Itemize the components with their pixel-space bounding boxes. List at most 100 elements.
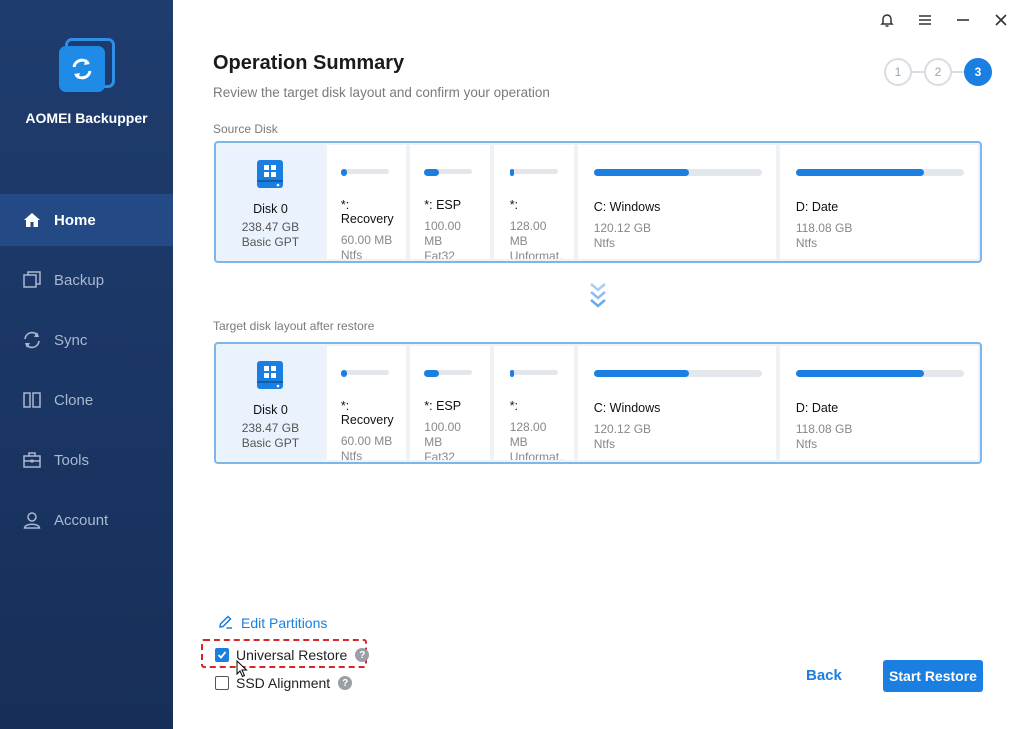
partition-name: *: Recovery xyxy=(340,198,394,227)
partition-name: *: Recovery xyxy=(340,399,394,428)
help-icon[interactable]: ? xyxy=(355,648,370,662)
start-restore-button[interactable]: Start Restore xyxy=(883,660,983,692)
ssd-alignment-label: SSD Alignment xyxy=(236,675,331,691)
partition-filesystem: Unformat... xyxy=(509,450,564,460)
backup-icon xyxy=(22,270,42,290)
partition-filesystem: Ntfs xyxy=(795,236,818,250)
partition-usage-bar xyxy=(340,370,389,377)
disk-style: Basic GPT xyxy=(241,436,300,450)
step-1: 1 xyxy=(884,58,912,86)
partition-size: 118.08 GB xyxy=(795,422,853,436)
universal-restore-label: Universal Restore xyxy=(236,647,348,663)
edit-partitions-label: Edit Partitions xyxy=(241,615,328,631)
menu-icon[interactable] xyxy=(915,10,935,30)
partition-usage-bar xyxy=(424,169,473,176)
sidebar-item-account[interactable]: Account xyxy=(0,494,173,546)
clone-icon xyxy=(22,390,42,410)
step-indicator: 1 2 3 xyxy=(884,58,992,86)
sidebar-item-label: Home xyxy=(54,211,96,229)
bell-icon[interactable] xyxy=(877,10,897,30)
sidebar-item-label: Tools xyxy=(54,451,90,469)
partition-filesystem: Fat32 xyxy=(424,249,455,259)
partition-filesystem: Unformat... xyxy=(509,249,564,259)
partition-size: 100.00 MB xyxy=(424,219,461,248)
partition-name: *: ESP xyxy=(424,198,462,212)
partition-filesystem: Ntfs xyxy=(593,437,616,451)
partition-size: 128.00 MB xyxy=(509,420,547,449)
help-icon[interactable]: ? xyxy=(338,676,353,690)
brand-name: AOMEI Backupper xyxy=(25,110,148,126)
disk-style: Basic GPT xyxy=(241,235,300,249)
target-disk-panel: Disk 0 238.47 GB Basic GPT *: Recovery 6… xyxy=(214,342,982,464)
partition-name: *: xyxy=(509,399,519,413)
partition-c-windows[interactable]: C: Windows 120.12 GB Ntfs xyxy=(577,346,776,460)
partition-recovery[interactable]: *: Recovery 60.00 MB Ntfs xyxy=(326,145,407,259)
edit-partitions-link[interactable]: Edit Partitions xyxy=(218,614,327,632)
window-controls xyxy=(877,10,1011,30)
partition-name: *: ESP xyxy=(424,399,462,413)
step-3: 3 xyxy=(964,58,992,86)
disk-size: 238.47 GB xyxy=(241,220,300,234)
partition-size: 120.12 GB xyxy=(593,221,652,235)
partition-usage-bar xyxy=(593,169,762,176)
partition-usage-bar xyxy=(340,169,389,176)
page-title: Operation Summary xyxy=(213,52,405,74)
step-connector xyxy=(952,71,964,73)
source-disk-label: Source Disk xyxy=(213,122,278,136)
sidebar-item-label: Backup xyxy=(54,271,105,289)
partition-name: C: Windows xyxy=(593,401,661,415)
sidebar: AOMEI Backupper Home Backup Sync Clone T… xyxy=(0,0,173,729)
partition-esp[interactable]: *: ESP 100.00 MB Fat32 xyxy=(410,145,490,259)
sidebar-item-label: Account xyxy=(54,511,109,529)
partition-name: *: xyxy=(509,198,519,212)
source-disk-cell[interactable]: Disk 0 238.47 GB Basic GPT xyxy=(218,145,323,259)
mouse-cursor-icon xyxy=(236,659,248,683)
partition-size: 128.00 MB xyxy=(509,219,547,248)
sidebar-item-tools[interactable]: Tools xyxy=(0,434,173,486)
partition-name: D: Date xyxy=(795,401,839,415)
sidebar-item-home[interactable]: Home xyxy=(0,194,173,246)
partition-unformatted[interactable]: *: 128.00 MB Unformat... xyxy=(493,145,574,259)
sidebar-nav: Home Backup Sync Clone Tools Account xyxy=(0,194,173,554)
universal-restore-checkbox[interactable] xyxy=(215,648,229,662)
brand-area: AOMEI Backupper xyxy=(0,38,173,126)
home-icon xyxy=(22,210,42,230)
partition-esp[interactable]: *: ESP 100.00 MB Fat32 xyxy=(410,346,490,460)
partition-d-date[interactable]: D: Date 118.08 GB Ntfs xyxy=(779,145,978,259)
sidebar-item-backup[interactable]: Backup xyxy=(0,254,173,306)
partition-size: 60.00 MB xyxy=(340,434,393,449)
minimize-icon[interactable] xyxy=(953,10,973,30)
partition-c-windows[interactable]: C: Windows 120.12 GB Ntfs xyxy=(577,145,776,259)
aomei-logo-icon xyxy=(58,38,115,94)
partition-usage-bar xyxy=(795,169,964,176)
sidebar-item-label: Clone xyxy=(54,391,94,409)
partition-usage-bar xyxy=(509,169,558,176)
step-connector xyxy=(912,71,924,73)
source-disk-panel: Disk 0 238.47 GB Basic GPT *: Recovery 6… xyxy=(214,141,982,263)
partition-filesystem: Ntfs xyxy=(795,437,818,451)
partition-unformatted[interactable]: *: 128.00 MB Unformat... xyxy=(493,346,574,460)
partition-usage-bar xyxy=(795,370,964,377)
partition-filesystem: Ntfs xyxy=(340,248,363,259)
target-disk-label: Target disk layout after restore xyxy=(213,319,375,333)
step-2: 2 xyxy=(924,58,952,86)
back-button[interactable]: Back xyxy=(806,667,842,684)
sync-icon xyxy=(22,330,42,350)
target-disk-cell[interactable]: Disk 0 238.47 GB Basic GPT xyxy=(218,346,323,460)
partition-name: C: Windows xyxy=(593,200,661,214)
tools-icon xyxy=(22,450,42,470)
partition-filesystem: Ntfs xyxy=(340,449,363,460)
ssd-alignment-checkbox[interactable] xyxy=(215,676,229,690)
partition-d-date[interactable]: D: Date 118.08 GB Ntfs xyxy=(779,346,978,460)
partition-usage-bar xyxy=(424,370,473,377)
sidebar-item-clone[interactable]: Clone xyxy=(0,374,173,426)
disk-name: Disk 0 xyxy=(253,403,288,417)
partition-recovery[interactable]: *: Recovery 60.00 MB Ntfs xyxy=(326,346,407,460)
partition-size: 100.00 MB xyxy=(424,420,461,449)
partition-filesystem: Fat32 xyxy=(424,450,455,460)
partition-filesystem: Ntfs xyxy=(593,236,616,250)
close-icon[interactable] xyxy=(991,10,1011,30)
sidebar-item-sync[interactable]: Sync xyxy=(0,314,173,366)
partition-name: D: Date xyxy=(795,200,839,214)
partition-usage-bar xyxy=(593,370,762,377)
